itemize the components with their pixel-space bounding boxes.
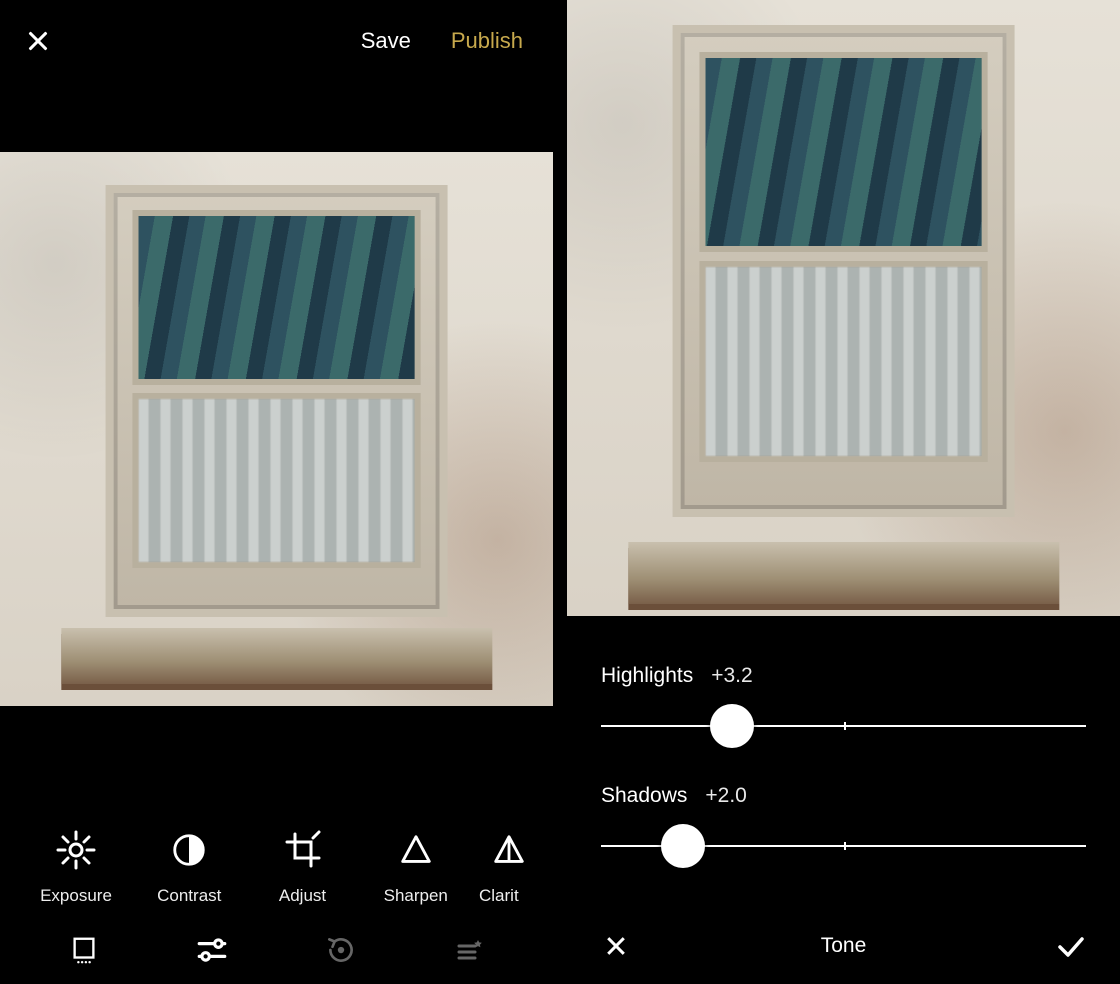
tool-label: Exposure	[40, 886, 112, 906]
highlights-value: +3.2	[711, 664, 752, 688]
highlights-slider[interactable]	[601, 696, 1086, 756]
tab-revert[interactable]	[318, 927, 364, 973]
save-button[interactable]: Save	[361, 28, 411, 54]
sharpen-icon	[394, 828, 438, 872]
tone-action-bar: Tone	[567, 908, 1120, 984]
clarity-icon	[487, 828, 527, 872]
editor-pane-tone: Highlights +3.2 Shadows +2.0	[567, 0, 1120, 984]
slider-thumb[interactable]	[661, 824, 705, 868]
image-preview[interactable]	[0, 152, 553, 706]
tab-filters[interactable]	[61, 927, 107, 973]
slider-thumb[interactable]	[710, 704, 754, 748]
tool-row: Exposure Contrast	[0, 828, 553, 906]
image-preview[interactable]	[567, 0, 1120, 616]
shadows-value: +2.0	[705, 784, 746, 808]
publish-button[interactable]: Publish	[451, 28, 523, 54]
editor-pane-tools: Save Publish	[0, 0, 553, 984]
highlights-control: Highlights +3.2	[601, 664, 1086, 756]
tab-presets[interactable]	[446, 927, 492, 973]
tool-label: Adjust	[279, 886, 326, 906]
tool-sharpen[interactable]: Sharpen	[366, 828, 466, 906]
exposure-icon	[54, 828, 98, 872]
top-bar: Save Publish	[0, 0, 553, 82]
bottom-tab-bar	[0, 916, 553, 984]
contrast-icon	[167, 828, 211, 872]
shadows-slider[interactable]	[601, 816, 1086, 876]
adjust-crop-icon	[281, 828, 325, 872]
panel-title: Tone	[631, 934, 1056, 958]
tool-adjust[interactable]: Adjust	[253, 828, 353, 906]
tone-sliders: Highlights +3.2 Shadows +2.0	[567, 664, 1120, 876]
tool-exposure[interactable]: Exposure	[26, 828, 126, 906]
confirm-icon[interactable]	[1056, 931, 1086, 961]
tool-contrast[interactable]: Contrast	[139, 828, 239, 906]
tab-adjustments[interactable]	[189, 927, 235, 973]
tool-clarity[interactable]: Clarit	[479, 828, 527, 906]
shadows-control: Shadows +2.0	[601, 784, 1086, 876]
shadows-label: Shadows	[601, 784, 687, 808]
close-icon[interactable]	[24, 27, 52, 55]
highlights-label: Highlights	[601, 664, 693, 688]
tool-label: Contrast	[157, 886, 221, 906]
tool-label: Sharpen	[384, 886, 448, 906]
tool-label: Clarit	[479, 886, 519, 906]
cancel-icon[interactable]	[601, 931, 631, 961]
